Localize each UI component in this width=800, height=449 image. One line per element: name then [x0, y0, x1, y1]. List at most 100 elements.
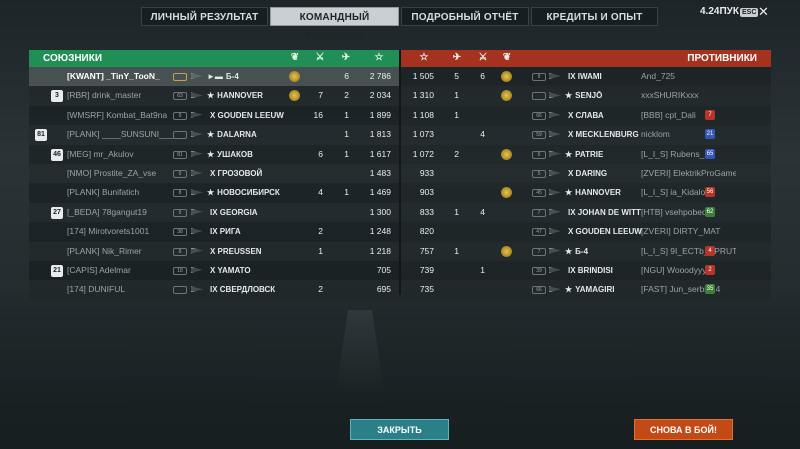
player-row[interactable]: 833 1 4 7 IX JOHAN DE WITT [HTB] vsehpobedu 62: [401, 202, 771, 223]
planes-value: [449, 183, 459, 202]
level-tag: [173, 131, 187, 140]
ship-name: ★ УШАКОВ: [207, 145, 253, 164]
player-row[interactable]: 46 [MEG] mr_Akulov 81 ★ УШАКОВ 6 1 1 617: [29, 144, 399, 164]
player-row[interactable]: 739 1 39 IX BRINDISI [NGU] Wooodyyy 2: [401, 260, 771, 281]
tab-bar: ЛИЧНЫЙ РЕЗУЛЬТАТ КОМАНДНЫЙ РЕЗУЛЬТАТ ПОД…: [141, 7, 658, 42]
ship-class-icon: [191, 286, 203, 293]
kills-value: 4: [318, 187, 323, 198]
medal-icon: [501, 148, 512, 160]
ship-label: X DARING: [568, 168, 608, 178]
player-row[interactable]: [KWANT] _TinY_TooN_ ►▬ Б-4 6 2 786: [29, 67, 399, 87]
kills-value: [475, 183, 485, 202]
tab-personal-result[interactable]: ЛИЧНЫЙ РЕЗУЛЬТАТ: [141, 7, 268, 26]
enemies-list: 1 505 5 6 9 IX IWAMI And_725 1 310 1 ★ SENJŌ xxxSH…: [401, 67, 771, 300]
player-row[interactable]: [WMSRF] Kombat_Bat9na 9 X GOUDEN LEEUW 16 1 1…: [29, 105, 399, 126]
score-value: 820: [419, 226, 434, 237]
player-row[interactable]: [PLANK] Nik_Rimer 8 X PREUSSEN 1 1 218: [29, 241, 399, 261]
planes-value: [337, 203, 349, 222]
sword-icon: ⚔: [315, 52, 325, 63]
kills-value: [311, 125, 323, 144]
kills-value: [475, 106, 485, 125]
battle-again-button[interactable]: СНОВА В БОЙ!: [634, 419, 733, 440]
rank-badge: 21: [51, 264, 63, 277]
player-row[interactable]: 1 073 4 59 X MECKLENBURG nicklom 21: [401, 125, 771, 145]
ship-class-icon: [549, 131, 561, 138]
kills-value: 2: [318, 284, 323, 295]
kills-value: 16: [313, 109, 323, 120]
player-row[interactable]: 81 [PLANK] ____SUNSUNI___ ★ DALARNA 1 1 813: [29, 125, 399, 145]
medal-icon: [501, 187, 512, 199]
planes-value: 6: [344, 71, 349, 81]
tab-credits-xp[interactable]: КРЕДИТЫ И ОПЫТ: [531, 7, 658, 26]
planes-value: 5: [454, 71, 459, 81]
ship-mark: ★: [565, 285, 573, 295]
rank-badge: 81: [35, 129, 47, 142]
ship-class-icon: [191, 228, 203, 235]
player-name: [FAST] Jun_serbin24: [641, 284, 721, 295]
enemies-title: ПРОТИВНИКИ: [687, 53, 757, 64]
clan-rating-badge: 21: [705, 129, 715, 140]
player-name: [BBB] cpt_Dali: [641, 109, 696, 120]
planes-value: 1: [454, 90, 459, 101]
player-name: [L_I_S] ia_Kidaloff: [641, 187, 710, 198]
score-value: 2 034: [369, 90, 391, 101]
ship-label: IX СВЕРДЛОВСК: [210, 285, 276, 295]
player-row[interactable]: 735 66 ★ YAMAGIRI [FAST] Jun_serbin24 35: [401, 280, 771, 300]
player-row[interactable]: 21 [CAPIS] Adelmar 18 X YAMATO 705: [29, 260, 399, 281]
player-row[interactable]: 933 5 X DARING [ZVERI] ElektrikProGames: [401, 163, 771, 184]
level-tag: 66: [532, 111, 546, 120]
score-value: 1 073: [412, 129, 434, 140]
planes-value: [449, 164, 459, 183]
player-row[interactable]: 1 505 5 6 9 IX IWAMI And_725: [401, 67, 771, 87]
planes-value: [449, 125, 459, 144]
tab-team-result[interactable]: КОМАНДНЫЙ РЕЗУЛЬТАТ: [270, 7, 399, 42]
level-tag: 7: [532, 247, 546, 256]
player-name: [ZVERI] DIRTY_MAT: [641, 226, 721, 237]
score-value: 1 218: [369, 245, 391, 256]
player-row[interactable]: [NMO] Prostite_ZA_vse 9 X ГРОЗОВОЙ 1 483: [29, 163, 399, 184]
ship-name: X GOUDEN LEEUW: [565, 222, 642, 241]
ship-label: X YAMATO: [210, 265, 251, 275]
player-name: [L_I_S] 9I_ECTb_SPRUT: [641, 245, 736, 256]
player-row[interactable]: 820 47 X GOUDEN LEEUW [ZVERI] DIRTY_MAT: [401, 222, 771, 242]
ship-class-icon: [191, 150, 203, 157]
player-row[interactable]: 1 108 1 66 X СЛАВА [BBB] cpt_Dali 7: [401, 105, 771, 126]
medal-icon: [289, 71, 300, 82]
player-name: [NGU] Wooodyyy: [641, 264, 707, 275]
player-row[interactable]: [174] Mirotvorets1001 38 IX РИГА 2 1 248: [29, 222, 399, 242]
player-row[interactable]: [PLANK] Bunifatich 8 ★ НОВОСИБИРСК 4 1 1 469: [29, 183, 399, 203]
ship-label: SENJŌ: [575, 91, 603, 101]
kills-value: 6: [480, 71, 485, 81]
score-value: 705: [376, 264, 391, 275]
player-row[interactable]: 1 310 1 ★ SENJŌ xxxSHURIKxxx: [401, 86, 771, 106]
player-name: [L_I_S] Rubens_: [641, 148, 705, 159]
ship-label: УШАКОВ: [217, 149, 253, 159]
close-icon[interactable]: ✕: [758, 4, 769, 20]
ship-name: X PREUSSEN: [207, 242, 262, 261]
ship-name: ★ DALARNA: [207, 125, 257, 144]
player-row[interactable]: 1 072 2 6 ★ PATRIE [L_I_S] Rubens_ 65: [401, 144, 771, 164]
player-name: [174] DUNIFUL: [67, 284, 126, 295]
score-value: 1 248: [369, 226, 391, 237]
score-value: 695: [376, 284, 391, 295]
planes-value: 1: [454, 109, 459, 120]
ship-name: ★ SENJŌ: [565, 86, 602, 105]
level-tag: [532, 92, 546, 101]
player-name: nicklom: [641, 129, 670, 140]
player-row[interactable]: 27 [_BEDA] 78gangut19 9 IX GEORGIA 1 300: [29, 202, 399, 223]
player-row[interactable]: 3 [RBR] drink_master 63 ★ HANNOVER 7 2 2 034: [29, 86, 399, 106]
ship-label: X GOUDEN LEEUW: [210, 110, 284, 120]
ship-label: IX IWAMI: [568, 72, 602, 81]
player-row[interactable]: [174] DUNIFUL IX СВЕРДЛОВСК 2 695: [29, 280, 399, 300]
score-value: 1 899: [369, 109, 391, 120]
player-name: [ZVERI] ElektrikProGames: [641, 167, 736, 178]
player-row[interactable]: 757 1 7 ★ Б-4 [L_I_S] 9I_ECTb_SPRUT 4: [401, 241, 771, 261]
close-button[interactable]: ЗАКРЫТЬ: [350, 419, 449, 440]
ship-class-icon: [549, 111, 561, 118]
score-value: 833: [419, 206, 434, 217]
player-name: And_725: [641, 71, 676, 81]
player-name: xxxSHURIKxxx: [641, 90, 699, 101]
player-row[interactable]: 903 45 ★ HANNOVER [L_I_S] ia_Kidaloff 56: [401, 183, 771, 203]
ship-name: ★ HANNOVER: [565, 183, 621, 202]
tab-detailed-report[interactable]: ПОДРОБНЫЙ ОТЧЁТ: [401, 7, 529, 26]
